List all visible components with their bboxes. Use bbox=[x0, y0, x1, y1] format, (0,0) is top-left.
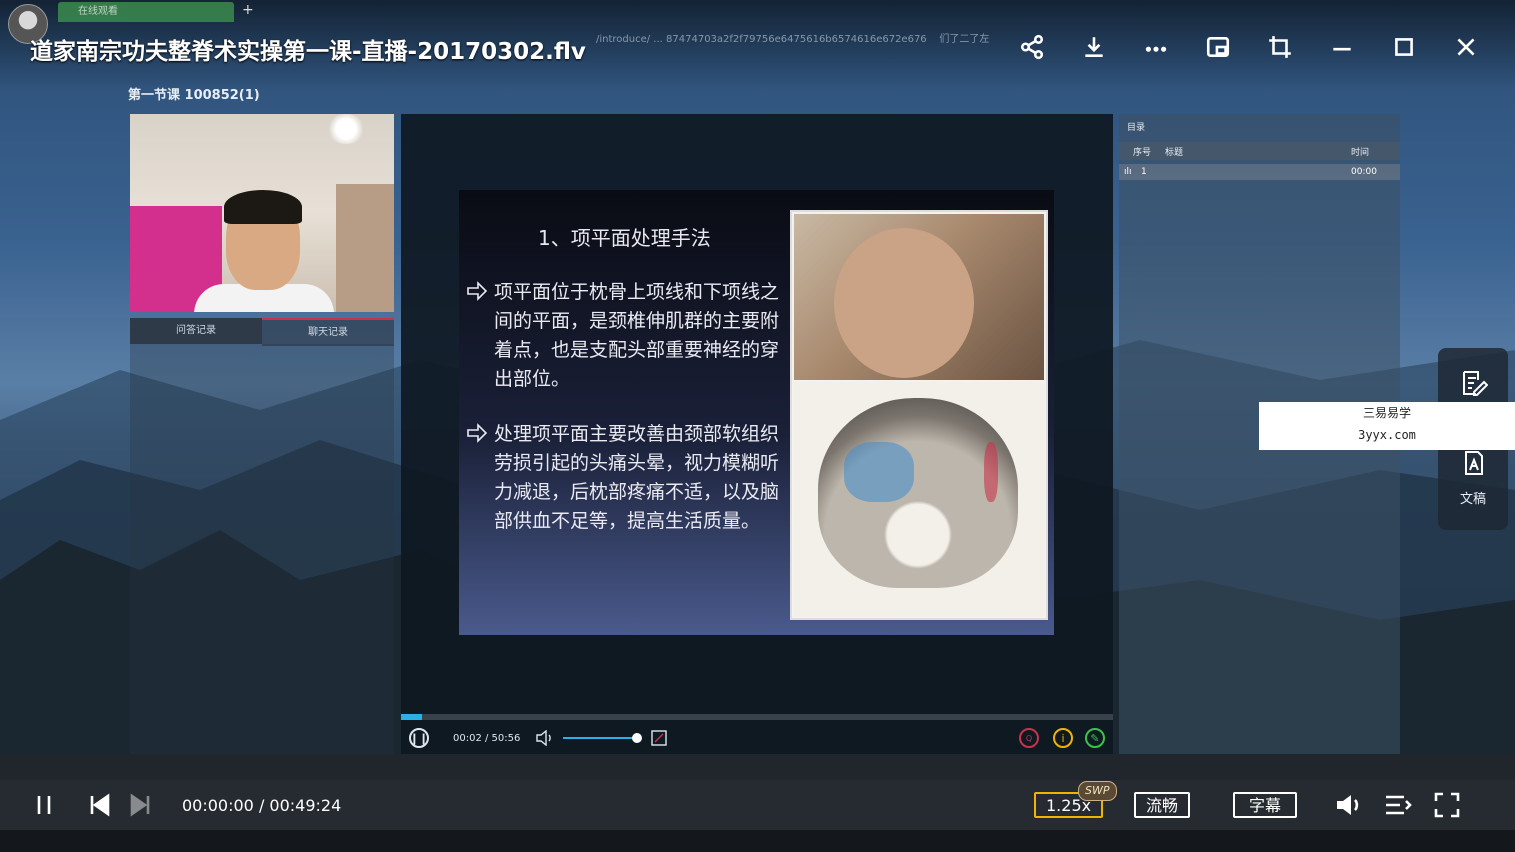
url-bar-ghost: /introduce/ ... 87474703a2f2f79756e64756… bbox=[596, 34, 990, 45]
info-icon: i bbox=[1053, 728, 1073, 748]
maximize-icon[interactable] bbox=[1373, 30, 1435, 64]
catalog-col-title: 标题 bbox=[1165, 148, 1184, 158]
subtitle-label: 字幕 bbox=[1233, 792, 1298, 818]
player-time: 00:02 / 50:56 bbox=[453, 732, 521, 744]
fullscreen-button[interactable] bbox=[1434, 780, 1460, 830]
subtitle-button[interactable]: 字幕 bbox=[1233, 780, 1298, 830]
tab-qa-record[interactable]: 问答记录 bbox=[130, 318, 262, 344]
speaker-icon bbox=[1337, 795, 1359, 815]
playing-icon: ılı bbox=[1124, 167, 1132, 177]
download-icon[interactable] bbox=[1063, 30, 1125, 64]
fullscreen-icon bbox=[651, 730, 667, 746]
player-pause-button[interactable]: ❙❙ bbox=[409, 722, 429, 754]
playlist-button[interactable] bbox=[1384, 780, 1412, 830]
new-tab-icon[interactable]: + bbox=[242, 2, 254, 18]
head-shape bbox=[834, 228, 974, 378]
share-icon[interactable] bbox=[1001, 30, 1063, 64]
quality-label: 流畅 bbox=[1134, 792, 1191, 818]
fullscreen-icon bbox=[1434, 792, 1460, 818]
swp-badge: SWP bbox=[1078, 781, 1117, 801]
catalog-row[interactable]: ılı 1 00:00 bbox=[1119, 164, 1400, 180]
arrow-icon bbox=[467, 423, 488, 443]
status-bar bbox=[0, 830, 1515, 852]
watermark-line1: 三易易学 bbox=[1362, 406, 1411, 420]
document-icon[interactable] bbox=[1458, 448, 1488, 478]
pause-icon: ❙❙ bbox=[409, 728, 429, 748]
watermark: 三易易学 3yyx.com bbox=[1259, 402, 1515, 450]
volume-knob[interactable] bbox=[631, 733, 642, 743]
cam-shelf bbox=[336, 184, 394, 312]
skull-muscle-overlay bbox=[844, 442, 914, 502]
next-icon bbox=[130, 793, 150, 817]
slide-title: 1、项平面处理手法 bbox=[538, 226, 711, 250]
volume-button[interactable] bbox=[1334, 780, 1364, 830]
quality-button[interactable]: 流畅 bbox=[1134, 780, 1191, 830]
more-icon[interactable] bbox=[1125, 30, 1187, 64]
player-progress-bar[interactable] bbox=[401, 714, 1113, 720]
watermark-line2: 3yyx.com bbox=[1358, 428, 1416, 442]
chat-panel bbox=[130, 344, 394, 754]
slide-bullet: 处理项平面主要改善由颈部软组织劳损引起的头痛头晕，视力模糊听力减退，后枕部疼痛不… bbox=[467, 420, 788, 536]
catalog-col-index: 序号 bbox=[1133, 148, 1152, 158]
player-rec-button[interactable]: Q bbox=[1019, 722, 1039, 754]
catalog-header: 序号 标题 时间 bbox=[1119, 142, 1400, 160]
previous-icon bbox=[90, 793, 110, 817]
arrow-icon bbox=[467, 281, 488, 301]
slide-photo bbox=[790, 210, 1048, 620]
next-button[interactable] bbox=[128, 780, 152, 830]
video-title: 道家南宗功夫整脊术实操第一课-直播-20170302.flv bbox=[30, 39, 586, 65]
player-fullscreen-button[interactable] bbox=[651, 722, 667, 754]
pip-icon[interactable] bbox=[1187, 30, 1249, 64]
volume-track[interactable] bbox=[563, 737, 637, 739]
lesson-label: 第一节课 100852(1) bbox=[128, 88, 260, 103]
catalog-col-time: 时间 bbox=[1351, 148, 1370, 158]
seek-area[interactable] bbox=[0, 754, 1515, 780]
pause-button[interactable] bbox=[32, 780, 56, 830]
webcam-video bbox=[130, 114, 394, 312]
notes-icon[interactable] bbox=[1458, 368, 1488, 398]
tab-chat-record[interactable]: 聊天记录 bbox=[262, 318, 394, 346]
playlist-icon bbox=[1386, 795, 1412, 815]
close-icon[interactable] bbox=[1435, 30, 1497, 64]
player-volume-icon[interactable] bbox=[535, 722, 555, 754]
cam-person-hair bbox=[224, 190, 302, 224]
doc-label[interactable]: 文稿 bbox=[1438, 488, 1508, 507]
crop-icon[interactable] bbox=[1249, 30, 1311, 64]
speaker-icon bbox=[536, 730, 551, 746]
pencil-icon: ✎ bbox=[1085, 728, 1105, 748]
player-controls: ❙❙ 00:02 / 50:56 Q i ✎ bbox=[401, 722, 1113, 754]
player-edit-button[interactable]: ✎ bbox=[1085, 722, 1105, 754]
skull-muscle-overlay bbox=[984, 442, 998, 502]
catalog-row-time: 00:00 bbox=[1351, 167, 1377, 177]
player-progress-fill bbox=[401, 714, 423, 720]
player-info-button[interactable]: i bbox=[1053, 722, 1073, 754]
neck-photo bbox=[794, 214, 1044, 380]
pause-icon bbox=[37, 796, 51, 814]
catalog-title: 目录 bbox=[1127, 123, 1146, 133]
bottom-control-bar: 00:00:00 / 00:49:24 1.25x 流畅 字幕 bbox=[0, 780, 1515, 830]
playback-time: 00:00:00 / 00:49:24 bbox=[182, 795, 342, 815]
slide-bullet: 项平面位于枕骨上项线和下项线之间的平面，是颈椎伸肌群的主要附着点，也是支配头部重… bbox=[467, 278, 788, 394]
side-tabs: 问答记录 聊天记录 bbox=[130, 318, 394, 346]
catalog-row-index: 1 bbox=[1141, 167, 1147, 177]
slide-bullet-text: 项平面位于枕骨上项线和下项线之间的平面，是颈椎伸肌群的主要附着点，也是支配头部重… bbox=[494, 281, 780, 390]
cam-ceiling-light bbox=[326, 114, 366, 144]
skull-diagram bbox=[794, 382, 1044, 616]
record-icon: Q bbox=[1019, 728, 1039, 748]
minimize-icon[interactable] bbox=[1311, 30, 1373, 64]
previous-button[interactable] bbox=[88, 780, 112, 830]
browser-tab[interactable]: 在线观看 bbox=[58, 2, 234, 22]
window-controls bbox=[1001, 30, 1497, 64]
slide-bullet-text: 处理项平面主要改善由颈部软组织劳损引起的头痛头晕，视力模糊听力减退，后枕部疼痛不… bbox=[494, 423, 780, 532]
